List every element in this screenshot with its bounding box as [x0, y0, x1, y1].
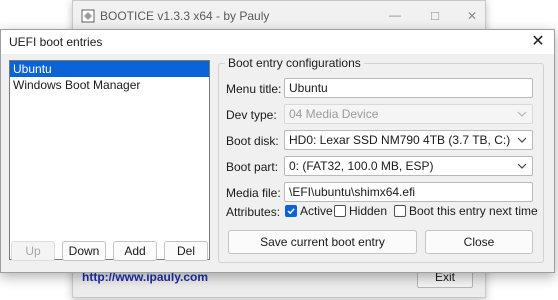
main-close-icon[interactable]: ✕: [461, 6, 483, 26]
boot-disk-label: Boot disk:: [226, 134, 279, 148]
hidden-label: Hidden: [349, 204, 388, 218]
del-button[interactable]: Del: [164, 241, 208, 261]
checkbox-icon: [394, 205, 406, 217]
menu-title-label: Menu title:: [226, 82, 282, 96]
close-button[interactable]: Close: [425, 230, 533, 254]
chevron-down-icon: [517, 137, 527, 143]
boot-part-label: Boot part:: [226, 160, 279, 174]
boot-disk-select[interactable]: HD0: Lexar SSD NM790 4TB (3.7 TB, C:): [284, 130, 533, 150]
list-item-ubuntu[interactable]: Ubuntu: [10, 61, 209, 77]
menu-title-value: Ubuntu: [289, 81, 328, 95]
main-window-title: BOOTICE v1.3.3 x64 - by Pauly: [100, 9, 270, 23]
main-titlebar[interactable]: BOOTICE v1.3.3 x64 - by Pauly — □ ✕: [73, 1, 485, 31]
boot-next-time-label: Boot this entry next time: [409, 204, 538, 218]
checkbox-icon: [334, 205, 346, 217]
list-item-windows-boot-manager[interactable]: Windows Boot Manager: [10, 77, 209, 93]
save-boot-entry-button[interactable]: Save current boot entry: [228, 230, 417, 254]
add-button[interactable]: Add: [113, 241, 157, 261]
dialog-close-icon[interactable]: ✕: [528, 32, 548, 52]
hidden-checkbox[interactable]: Hidden: [334, 204, 387, 218]
boot-part-value: 0: (FAT32, 100.0 MB, ESP): [289, 159, 434, 173]
dev-type-select: 04 Media Device: [284, 104, 533, 124]
boot-next-time-checkbox[interactable]: Boot this entry next time: [394, 204, 538, 218]
media-file-value: \EFI\ubuntu\shimx64.efi: [289, 185, 416, 199]
down-button[interactable]: Down: [62, 241, 106, 261]
checkmark-icon: [285, 205, 297, 217]
media-file-input[interactable]: \EFI\ubuntu\shimx64.efi: [284, 182, 533, 202]
up-button[interactable]: Up: [11, 241, 55, 261]
group-title: Boot entry configurations: [225, 56, 364, 70]
active-checkbox[interactable]: Active: [285, 204, 333, 218]
dev-type-label: Dev type:: [226, 108, 277, 122]
attributes-label: Attributes:: [226, 205, 281, 219]
dialog-title: UEFI boot entries: [9, 35, 103, 49]
dialog-titlebar[interactable]: UEFI boot entries ✕: [1, 30, 554, 54]
app-icon: [81, 9, 95, 23]
menu-title-input[interactable]: Ubuntu: [284, 78, 533, 98]
uefi-boot-entries-dialog: UEFI boot entries ✕ Ubuntu Windows Boot …: [0, 29, 555, 273]
maximize-icon[interactable]: □: [423, 6, 447, 26]
boot-disk-value: HD0: Lexar SSD NM790 4TB (3.7 TB, C:): [289, 133, 511, 147]
boot-part-select[interactable]: 0: (FAT32, 100.0 MB, ESP): [284, 156, 533, 176]
chevron-down-icon: [517, 163, 527, 169]
media-file-label: Media file:: [226, 186, 281, 200]
active-label: Active: [300, 204, 333, 218]
chevron-down-icon: [517, 111, 527, 117]
minimize-icon[interactable]: —: [383, 6, 407, 26]
boot-entries-list[interactable]: Ubuntu Windows Boot Manager: [9, 60, 210, 260]
dev-type-value: 04 Media Device: [289, 107, 379, 121]
